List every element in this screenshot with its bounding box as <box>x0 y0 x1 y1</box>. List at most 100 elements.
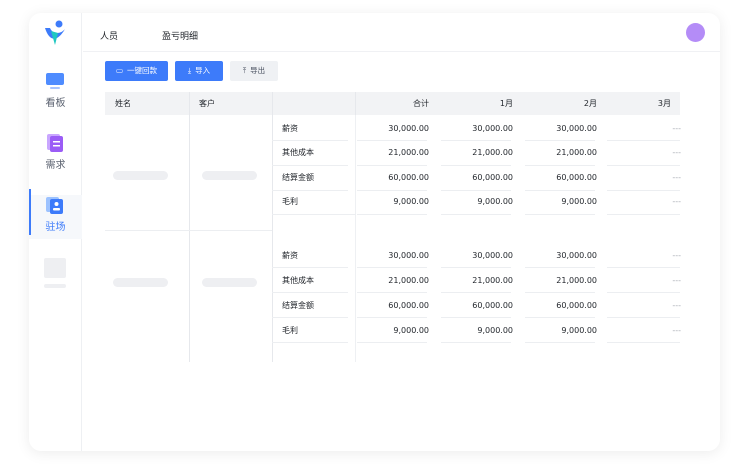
row-total: 60,000.00 <box>388 173 429 182</box>
group-divider <box>105 230 272 231</box>
row-month-3: --- <box>672 251 681 260</box>
upload-icon: ⤒ <box>242 66 247 75</box>
row-item-label: 其他成本 <box>282 148 314 157</box>
client-placeholder <box>202 278 257 287</box>
row-divider <box>607 317 680 318</box>
row-month-1: 21,000.00 <box>472 276 513 285</box>
row-month-2: 60,000.00 <box>556 173 597 182</box>
row-item-label: 薪资 <box>282 124 298 133</box>
row-total: 30,000.00 <box>388 251 429 260</box>
profit-loss-table: 姓名 客户 合计 1月 2月 3月 薪资 30,000.00 30,000.00… <box>105 92 681 362</box>
row-divider <box>357 292 427 293</box>
document-icon <box>47 134 63 152</box>
row-divider <box>357 165 427 166</box>
row-divider <box>607 342 680 343</box>
row-divider <box>272 190 348 191</box>
download-icon: ⤓ <box>187 66 192 75</box>
row-divider <box>525 165 595 166</box>
row-divider <box>357 342 427 343</box>
column-divider <box>355 92 356 115</box>
sidebar-item-onsite[interactable]: 驻场 <box>29 189 82 239</box>
sidebar-item-label: 看板 <box>45 98 66 109</box>
row-divider <box>357 190 427 191</box>
header-month-1: 1月 <box>499 99 513 108</box>
sidebar-item-label: 驻场 <box>45 222 66 233</box>
column-divider <box>189 92 190 362</box>
row-divider <box>441 214 511 215</box>
row-divider <box>441 342 511 343</box>
row-month-2: 21,000.00 <box>556 276 597 285</box>
tab-personnel[interactable]: 人员 <box>100 29 118 42</box>
row-divider <box>441 190 511 191</box>
row-month-3: --- <box>672 197 681 206</box>
row-month-2: 21,000.00 <box>556 148 597 157</box>
row-total: 9,000.00 <box>393 197 429 206</box>
row-total: 9,000.00 <box>393 326 429 335</box>
one-click-collect-button[interactable]: ▭ 一键回款 <box>105 61 168 81</box>
row-divider <box>525 214 595 215</box>
row-total: 21,000.00 <box>388 276 429 285</box>
row-month-1: 60,000.00 <box>472 173 513 182</box>
sidebar-placeholder-icon <box>44 258 66 278</box>
header-client: 客户 <box>199 99 215 108</box>
header-month-2: 2月 <box>583 99 597 108</box>
row-divider <box>441 292 511 293</box>
row-divider <box>525 292 595 293</box>
client-placeholder <box>202 171 257 180</box>
export-button[interactable]: ⤒ 导出 <box>230 61 278 81</box>
row-divider <box>441 317 511 318</box>
row-divider <box>272 214 356 215</box>
row-divider <box>272 165 348 166</box>
row-divider <box>525 190 595 191</box>
name-placeholder <box>113 171 168 180</box>
row-month-1: 30,000.00 <box>472 251 513 260</box>
row-divider <box>357 214 427 215</box>
row-month-1: 60,000.00 <box>472 301 513 310</box>
row-divider <box>357 267 427 268</box>
row-month-1: 9,000.00 <box>477 326 513 335</box>
name-placeholder <box>113 278 168 287</box>
row-item-label: 结算金额 <box>282 301 314 310</box>
row-month-2: 60,000.00 <box>556 301 597 310</box>
column-divider <box>355 115 356 362</box>
header-month-3: 3月 <box>657 99 671 108</box>
avatar[interactable] <box>686 23 705 42</box>
row-item-label: 其他成本 <box>282 276 314 285</box>
table-header: 姓名 客户 合计 1月 2月 3月 <box>105 92 680 115</box>
row-divider <box>607 165 680 166</box>
row-month-1: 21,000.00 <box>472 148 513 157</box>
column-divider <box>272 92 273 362</box>
row-divider <box>607 292 680 293</box>
row-month-3: --- <box>672 173 681 182</box>
row-item-label: 毛利 <box>282 197 298 206</box>
row-divider <box>607 267 680 268</box>
row-month-3: --- <box>672 326 681 335</box>
import-button[interactable]: ⤓ 导入 <box>175 61 223 81</box>
row-month-2: 9,000.00 <box>561 197 597 206</box>
sidebar: 看板 需求 驻场 <box>29 13 82 451</box>
row-month-2: 30,000.00 <box>556 124 597 133</box>
row-divider <box>607 214 680 215</box>
row-divider <box>441 267 511 268</box>
sidebar-item-dashboard[interactable]: 看板 <box>29 71 82 115</box>
header-name: 姓名 <box>115 99 131 108</box>
row-month-2: 9,000.00 <box>561 326 597 335</box>
row-divider <box>441 140 511 141</box>
row-divider <box>525 140 595 141</box>
row-total: 21,000.00 <box>388 148 429 157</box>
logo-icon <box>45 20 65 45</box>
row-divider <box>272 342 348 343</box>
tab-profit-loss-detail[interactable]: 盈亏明细 <box>162 29 198 42</box>
row-total: 60,000.00 <box>388 301 429 310</box>
row-divider <box>525 317 595 318</box>
row-divider <box>607 140 680 141</box>
row-month-1: 9,000.00 <box>477 197 513 206</box>
row-divider <box>357 140 427 141</box>
sidebar-item-requirements[interactable]: 需求 <box>29 133 82 177</box>
row-divider <box>272 317 348 318</box>
row-divider <box>272 140 348 141</box>
header-total: 合计 <box>413 99 429 108</box>
row-month-3: --- <box>672 124 681 133</box>
row-divider <box>357 317 427 318</box>
row-month-3: --- <box>672 301 681 310</box>
